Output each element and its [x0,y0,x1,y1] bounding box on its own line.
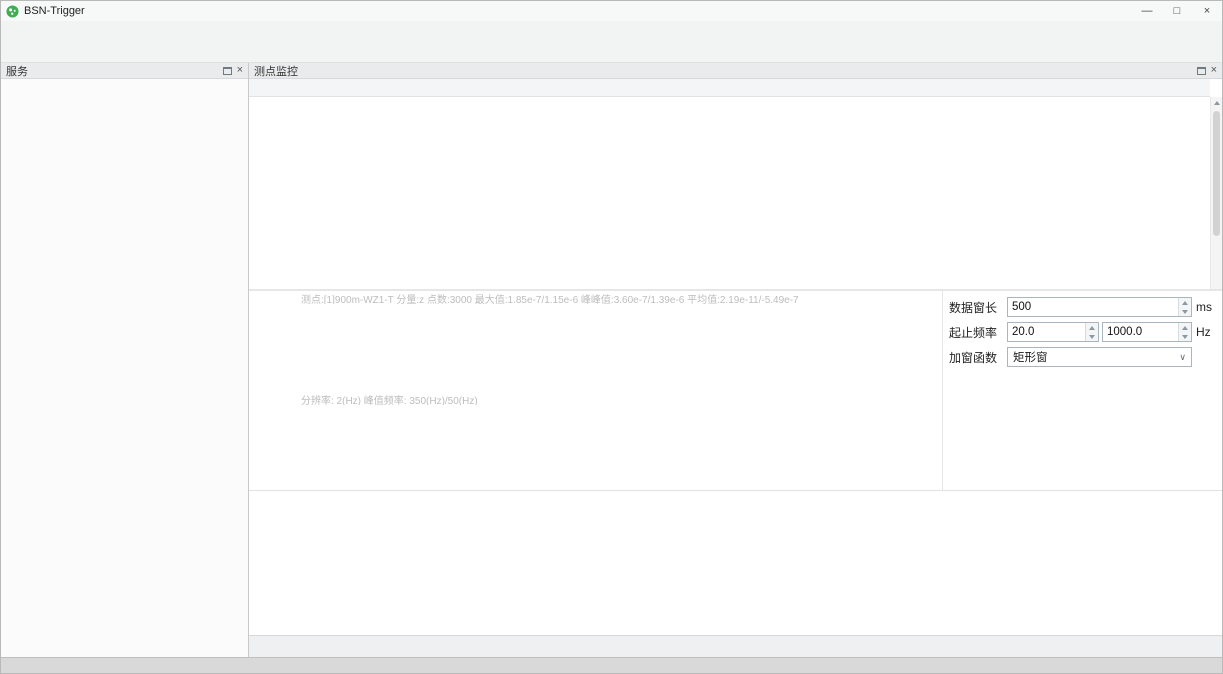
waveform-plot[interactable] [294,304,943,380]
table-header-row [249,79,1210,97]
bottom-tabs [249,635,1222,657]
window-fn-label: 加窗函数 [949,349,1007,366]
monitor-panel: 测点监控 × 测点:[1]900m-WZ1-T 分量:z 点数:3000 最大值… [249,63,1222,657]
spin-down-icon[interactable] [1182,335,1188,339]
spectrum-x-axis [294,481,943,490]
charts-area: 测点:[1]900m-WZ1-T 分量:z 点数:3000 最大值:1.85e-… [249,291,943,490]
spin-up-icon[interactable] [1182,326,1188,330]
spin-down-icon[interactable] [1089,335,1095,339]
spin-down-icon[interactable] [1182,310,1188,314]
window-length-label: 数据窗长 [949,299,1007,316]
titlebar: BSN-Trigger — □ × [1,1,1222,21]
freq-start-spinbox[interactable] [1007,322,1099,342]
window-fn-combobox[interactable]: 矩形窗 ∨ [1007,347,1192,367]
bsn-trigger-window: BSN-Trigger — □ × 服务 × 测点监控 [0,0,1223,674]
spinner-arrows[interactable] [1178,298,1191,316]
chevron-down-icon: ∨ [1179,352,1186,363]
freq-end-spinbox[interactable] [1102,322,1192,342]
window-controls: — □ × [1132,1,1222,21]
window-title: BSN-Trigger [24,5,85,17]
table-scrollbar[interactable] [1210,97,1222,289]
spectrum-plot[interactable] [294,405,943,481]
waveform-info: 测点:[1]900m-WZ1-T 分量:z 点数:3000 最大值:1.85e-… [249,291,942,304]
monitor-panel-title: 测点监控 [254,63,298,79]
services-panel-title: 服务 [6,63,28,79]
analysis-controls: 数据窗长 ms 起止频率 [943,291,1222,490]
scroll-up-icon[interactable] [1211,97,1222,108]
analysis-area: 测点:[1]900m-WZ1-T 分量:z 点数:3000 最大值:1.85e-… [249,291,1222,491]
minimize-button[interactable]: — [1132,1,1162,21]
freq-unit: Hz [1196,325,1216,339]
spectrum-info: 分辨率: 2(Hz) 峰值频率: 350(Hz)/50(Hz) [249,392,942,405]
window-fn-row: 加窗函数 矩形窗 ∨ [949,346,1216,368]
measure-point-table [249,79,1222,291]
scrollbar-thumb[interactable] [1213,111,1220,236]
toolbar [1,40,1222,63]
service-tree [1,79,248,657]
window-fn-value: 矩形窗 [1013,349,1048,365]
freq-range-row: 起止频率 Hz [949,321,1216,343]
main-area: 服务 × 测点监控 × [1,63,1222,657]
float-panel-icon[interactable] [223,67,232,75]
services-panel: 服务 × [1,63,249,657]
close-panel-icon[interactable]: × [237,65,243,76]
app-logo-icon [6,5,19,18]
window-length-input[interactable] [1008,298,1191,316]
window-length-row: 数据窗长 ms [949,296,1216,318]
close-panel-icon[interactable]: × [1211,65,1217,76]
statusbar [1,657,1222,673]
freq-range-label: 起止频率 [949,324,1007,341]
monitor-panel-header: 测点监控 × [249,63,1222,79]
spin-up-icon[interactable] [1182,301,1188,305]
close-button[interactable]: × [1192,1,1222,21]
window-length-spinbox[interactable] [1007,297,1192,317]
waveform-x-axis [294,380,943,392]
spin-up-icon[interactable] [1089,326,1095,330]
spinner-arrows[interactable] [1178,323,1191,341]
window-length-unit: ms [1196,300,1216,314]
spinner-arrows[interactable] [1085,323,1098,341]
services-panel-header: 服务 × [1,63,248,79]
maximize-button[interactable]: □ [1162,1,1192,21]
float-panel-icon[interactable] [1197,67,1206,75]
menubar [1,21,1222,40]
channel-grid [249,491,1222,635]
